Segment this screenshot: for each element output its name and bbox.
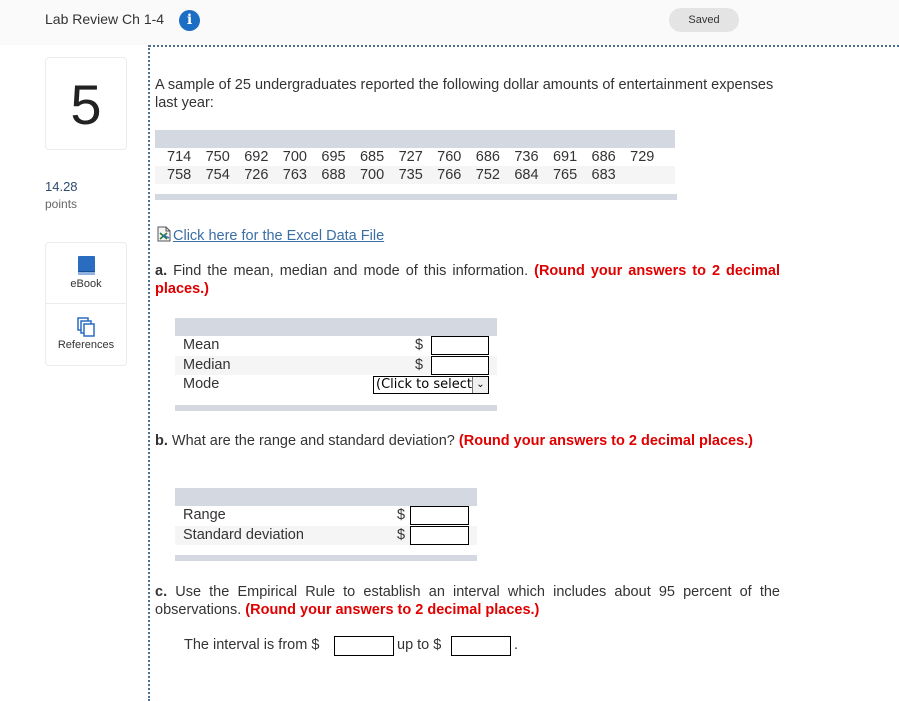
data-cell: 727 (398, 149, 423, 165)
interval-suffix: . (514, 637, 519, 653)
data-cell: 685 (359, 149, 385, 165)
question-number-card: 5 (45, 57, 127, 150)
currency-symbol: $ (397, 507, 406, 523)
data-table-footer (155, 194, 677, 200)
excel-file-icon (157, 226, 171, 242)
data-cell: 695 (321, 149, 346, 165)
mean-label: Mean (183, 337, 220, 353)
data-cell: 736 (514, 149, 539, 165)
interval-from-input[interactable] (334, 636, 394, 656)
excel-data-link[interactable]: Click here for the Excel Data File (157, 226, 384, 244)
part-c-instruction: (Round your answers to 2 decimal places.… (245, 602, 540, 618)
ebook-button[interactable]: eBook (46, 243, 126, 304)
data-cell: 700 (282, 149, 307, 165)
references-button[interactable]: References (46, 305, 126, 366)
median-input[interactable] (431, 355, 489, 375)
saved-status-badge: Saved (669, 8, 739, 32)
part-a-text: Find the mean, median and mode of this i… (173, 263, 529, 279)
std-dev-label: Standard deviation (183, 526, 304, 543)
data-cell: 686 (475, 149, 500, 165)
data-cell: 765 (552, 167, 578, 183)
mode-select-value: (Click to select) (376, 377, 478, 392)
part-b-instruction: (Round your answers to 2 decimal places.… (458, 433, 754, 449)
data-cell: 750 (205, 149, 230, 165)
data-cell: 760 (437, 149, 462, 165)
part-b-text: What are the range and standard deviatio… (171, 433, 455, 449)
data-cell: 754 (205, 167, 230, 183)
data-cell: 686 (591, 149, 616, 165)
data-row: 714 750 692 700 695 685 727 760 686 736 691 686 729 (155, 148, 675, 166)
data-cell: 688 (321, 167, 346, 183)
references-icon (77, 317, 95, 337)
currency-symbol: $ (397, 526, 406, 543)
part-b-prompt: b. What are the range and standard devia… (155, 432, 780, 450)
top-bar: Lab Review Ch 1-4 i Saved (0, 0, 899, 45)
data-cell: 684 (514, 167, 539, 183)
part-a-lead: a. (155, 263, 168, 279)
interval-to-input[interactable] (451, 636, 511, 656)
data-cell: 683 (591, 167, 616, 183)
points-value: 14.28 (45, 179, 78, 194)
data-cell: 691 (552, 149, 578, 165)
info-icon[interactable]: i (179, 10, 200, 31)
content-border-top (149, 45, 899, 47)
tools-card: eBook References (45, 242, 127, 366)
content-border-left (148, 45, 150, 701)
answer-table-header (175, 488, 477, 506)
question-number: 5 (70, 73, 102, 136)
data-table: 714 750 692 700 695 685 727 760 686 736 691 686 729 … (155, 130, 677, 200)
range-label: Range (183, 507, 226, 523)
interval-middle: up to $ (397, 637, 442, 653)
data-cell: 766 (437, 167, 462, 183)
data-cell: 714 (167, 149, 192, 165)
data-cell: 758 (167, 167, 192, 183)
part-a-prompt: a. Find the mean, median and mode of thi… (155, 262, 780, 298)
book-icon (78, 256, 95, 275)
data-cell: 752 (475, 167, 500, 183)
answer-table-footer (175, 404, 497, 411)
mode-row: Mode (Click to select) ⌄ (175, 375, 497, 395)
mode-label: Mode (183, 376, 220, 392)
data-table-header (155, 130, 675, 148)
points-label: points (45, 197, 78, 211)
part-c-prompt: c. Use the Empirical Rule to establish a… (155, 583, 780, 619)
range-input[interactable] (410, 506, 469, 525)
range-row: Range $ (175, 506, 477, 526)
currency-symbol: $ (415, 356, 424, 373)
mode-select[interactable]: (Click to select) ⌄ (373, 376, 489, 394)
part-b-answer-table: Range $ Standard deviation $ (175, 488, 477, 561)
median-label: Median (183, 356, 231, 373)
data-cell: 726 (244, 167, 269, 183)
question-intro: A sample of 25 undergraduates reported t… (155, 77, 774, 111)
ebook-label: eBook (70, 278, 102, 290)
std-dev-input[interactable] (410, 525, 469, 545)
answer-table-footer (175, 555, 477, 561)
data-row: 758 754 726 763 688 700 735 766 752 684 765 683 (155, 166, 675, 184)
interval-prefix: The interval is from $ (184, 637, 320, 653)
currency-symbol: $ (415, 337, 424, 353)
median-row: Median $ (175, 355, 497, 375)
part-b-lead: b. (155, 433, 168, 449)
data-cell: 735 (398, 167, 423, 183)
std-dev-row: Standard deviation $ (175, 525, 477, 545)
data-cell: 729 (630, 149, 655, 165)
mean-input[interactable] (431, 336, 489, 355)
excel-link-text[interactable]: Click here for the Excel Data File (173, 228, 384, 244)
part-a-answer-table: Mean $ Median $ Mode (Click to select) ⌄ (175, 318, 497, 411)
data-cell: 692 (244, 149, 269, 165)
data-cell: 763 (282, 167, 307, 183)
assignment-title: Lab Review Ch 1-4 (45, 11, 165, 27)
mean-row: Mean $ (175, 336, 497, 356)
references-label: References (57, 339, 115, 351)
data-cell: 700 (359, 167, 385, 183)
answer-table-header (175, 318, 497, 336)
chevron-down-icon[interactable]: ⌄ (472, 377, 488, 393)
part-c-lead: c. (155, 584, 168, 600)
